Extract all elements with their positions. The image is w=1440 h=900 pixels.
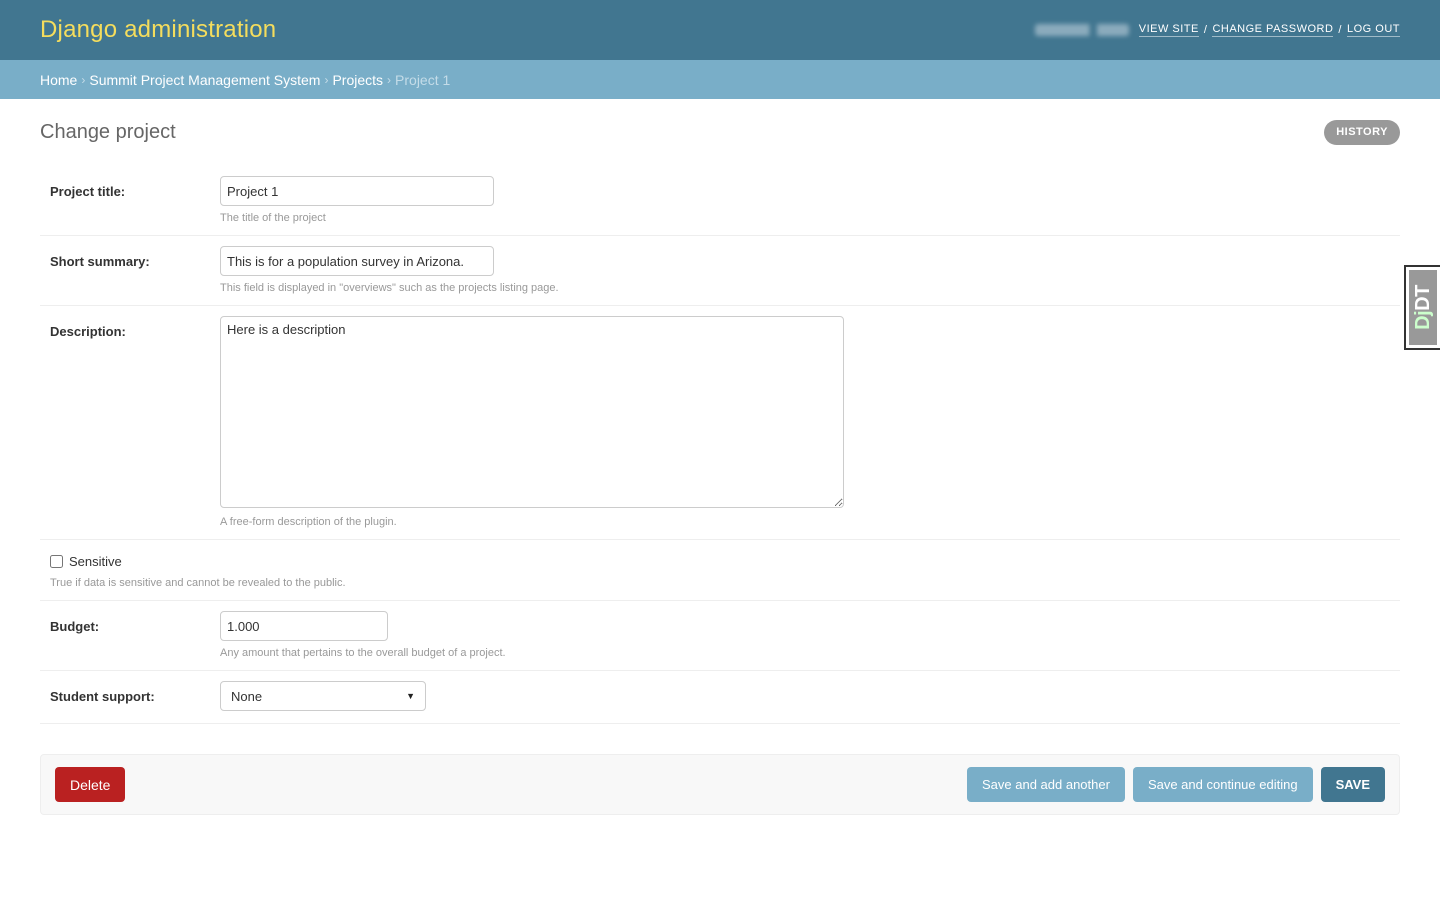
breadcrumb-current: Project 1: [395, 71, 451, 88]
form-row-budget: Budget: Any amount that pertains to the …: [40, 601, 1400, 671]
change-project-form: Project title: The title of the project …: [40, 166, 1400, 815]
log-out-link[interactable]: Log out: [1346, 23, 1400, 37]
form-row-sensitive: Sensitive True if data is sensitive and …: [40, 540, 1400, 601]
breadcrumb-app[interactable]: Summit Project Management System: [89, 72, 320, 88]
save-and-add-another-button[interactable]: Save and add another: [967, 767, 1125, 802]
form-row-description: Description: Here is a description A fre…: [40, 306, 1400, 540]
student-support-select[interactable]: None ▼: [220, 681, 426, 711]
form-row-short-summary: Short summary: This field is displayed i…: [40, 236, 1400, 306]
view-site-link[interactable]: View site: [1138, 23, 1199, 37]
description-label: Description:: [50, 324, 126, 339]
user-tools: View site / Change password / Log out: [1034, 23, 1400, 37]
breadcrumb: Home › Summit Project Management System …: [0, 60, 1440, 99]
history-button[interactable]: History: [1324, 120, 1400, 145]
sensitive-checkbox[interactable]: [50, 555, 63, 568]
sensitive-label[interactable]: Sensitive: [69, 554, 122, 569]
breadcrumb-separator: ›: [324, 72, 329, 87]
change-password-link[interactable]: Change password: [1212, 23, 1334, 37]
dropdown-arrow-icon: ▼: [406, 691, 415, 701]
short-summary-input[interactable]: [220, 246, 494, 276]
separator: /: [1203, 24, 1208, 36]
form-row-student-support: Student support: None ▼: [40, 671, 1400, 724]
breadcrumb-separator: ›: [387, 72, 392, 87]
header: Django administration View site / Change…: [0, 0, 1440, 60]
separator: /: [1338, 24, 1342, 36]
object-tools: History: [1324, 120, 1400, 145]
submit-row: Delete Save and add another Save and con…: [40, 754, 1400, 815]
project-title-input[interactable]: [220, 176, 494, 206]
short-summary-help: This field is displayed in "overviews" s…: [220, 282, 559, 294]
project-title-label: Project title:: [50, 184, 126, 199]
project-title-help: The title of the project: [220, 212, 326, 224]
debug-toolbar-handle[interactable]: DjDT: [1404, 265, 1440, 350]
form-row-project-title: Project title: The title of the project: [40, 166, 1400, 236]
content: Change project History Project title: Th…: [0, 99, 1440, 835]
user-name-blurred: [1034, 24, 1129, 36]
student-support-label: Student support:: [50, 689, 155, 704]
save-button[interactable]: Save: [1320, 767, 1385, 802]
breadcrumb-projects[interactable]: Projects: [332, 72, 383, 88]
budget-input[interactable]: [220, 611, 388, 641]
budget-help: Any amount that pertains to the overall …: [220, 647, 506, 659]
short-summary-label: Short summary:: [50, 254, 150, 269]
delete-button[interactable]: Delete: [55, 767, 126, 802]
budget-label: Budget:: [50, 619, 100, 634]
description-textarea[interactable]: Here is a description: [220, 316, 844, 508]
djdt-logo-icon: DjDT: [1411, 285, 1434, 330]
student-support-selected: None: [231, 688, 263, 704]
save-and-continue-button[interactable]: Save and continue editing: [1132, 767, 1313, 802]
description-help: A free-form description of the plugin.: [220, 516, 397, 528]
sensitive-help: True if data is sensitive and cannot be …: [50, 577, 346, 589]
page-title: Change project: [40, 121, 176, 143]
breadcrumb-home[interactable]: Home: [40, 72, 77, 88]
breadcrumb-separator: ›: [81, 72, 86, 87]
site-branding[interactable]: Django administration: [40, 16, 276, 44]
